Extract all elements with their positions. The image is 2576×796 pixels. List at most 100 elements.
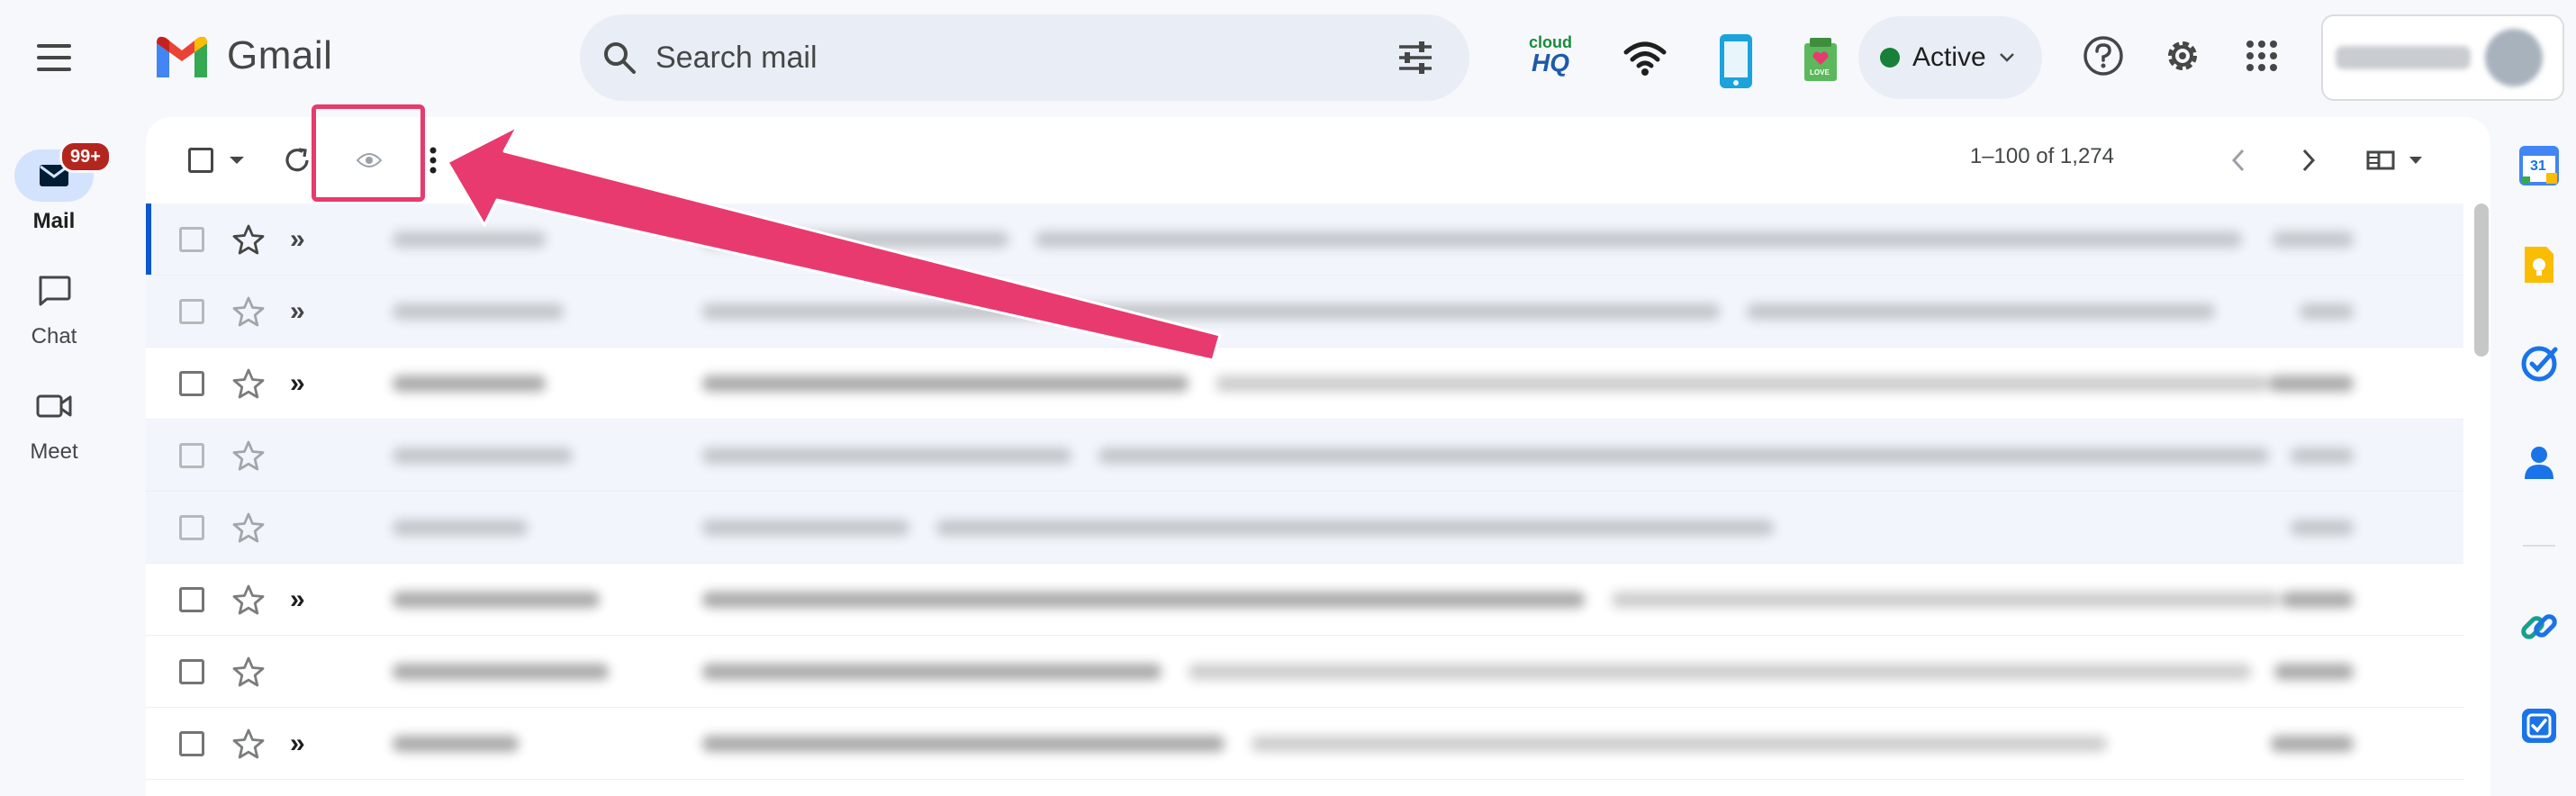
avatar	[2485, 29, 2543, 86]
mail-unread-badge: 99+	[59, 140, 112, 173]
row-snippet-redacted	[1612, 591, 2280, 608]
table-row[interactable]: »	[146, 348, 2463, 420]
more-vert-icon	[429, 147, 437, 174]
select-all-dropdown[interactable]	[176, 139, 258, 182]
row-checkbox[interactable]	[179, 226, 204, 252]
star-icon[interactable]	[230, 654, 267, 690]
mail-panel: 1–100 of 1,274 » » » » »	[146, 117, 2490, 796]
row-date-redacted	[2291, 519, 2354, 536]
phone-extension-button[interactable]	[1718, 32, 1754, 90]
app-name: Gmail	[227, 33, 333, 77]
search-bar[interactable]	[580, 14, 1469, 101]
table-row[interactable]: »	[146, 276, 2463, 348]
rail-item-mail[interactable]: 99+ Mail	[0, 140, 112, 234]
pagination-range: 1–100 of 1,274	[1969, 144, 2114, 168]
star-icon[interactable]	[230, 222, 267, 258]
star-icon[interactable]	[230, 726, 267, 762]
importance-marker-icon[interactable]: »	[290, 368, 305, 399]
search-icon[interactable]	[601, 40, 637, 76]
settings-button[interactable]	[2161, 34, 2204, 77]
star-icon[interactable]	[230, 366, 267, 402]
link-extension-button[interactable]	[2516, 603, 2562, 650]
love-label: LOVE	[1810, 68, 1830, 77]
importance-marker-icon[interactable]: »	[290, 296, 305, 327]
row-snippet-redacted	[1252, 735, 2107, 752]
row-checkbox[interactable]	[179, 298, 204, 324]
row-checkbox[interactable]	[179, 514, 204, 540]
row-subject-redacted	[702, 303, 1720, 320]
row-checkbox[interactable]	[179, 658, 204, 684]
older-page-button[interactable]	[2291, 139, 2327, 182]
importance-marker-icon[interactable]: »	[290, 584, 305, 615]
status-selector[interactable]: Active	[1858, 16, 2042, 99]
row-subject-redacted	[702, 375, 1189, 392]
keep-icon	[2525, 247, 2553, 283]
apps-grid-icon	[2246, 41, 2277, 71]
row-sender-redacted	[393, 519, 528, 536]
table-row[interactable]	[146, 636, 2463, 708]
love-extension-button[interactable]: LOVE	[1803, 38, 1839, 83]
row-checkbox[interactable]	[179, 370, 204, 396]
star-icon[interactable]	[230, 582, 267, 618]
tasks-app-button[interactable]	[2516, 340, 2562, 387]
row-sender-redacted	[393, 591, 600, 608]
table-row[interactable]: »	[146, 564, 2463, 636]
row-checkbox[interactable]	[179, 586, 204, 612]
row-date-redacted	[2271, 735, 2354, 752]
account-button[interactable]	[2321, 14, 2564, 101]
row-snippet-redacted	[1098, 447, 2269, 464]
list-scrollbar[interactable]	[2474, 204, 2489, 357]
checklist-extension-button[interactable]	[2516, 702, 2562, 749]
rail-item-meet[interactable]: Meet	[0, 380, 108, 465]
contacts-app-button[interactable]	[2516, 439, 2562, 486]
split-pane-toggle[interactable]	[2359, 139, 2431, 182]
importance-marker-icon[interactable]: »	[290, 728, 305, 759]
table-row[interactable]	[146, 492, 2463, 564]
row-subject-redacted	[702, 735, 1225, 752]
refresh-icon	[285, 148, 309, 172]
select-all-checkbox[interactable]	[188, 148, 213, 173]
star-icon[interactable]	[230, 294, 267, 330]
cloudhq-bottom-label: HQ	[1532, 49, 1569, 77]
account-name-redacted	[2336, 46, 2471, 69]
help-icon	[2083, 36, 2123, 76]
table-row[interactable]: »	[146, 708, 2463, 780]
table-row[interactable]	[146, 420, 2463, 492]
wifi-extension-button[interactable]	[1622, 38, 1668, 77]
row-date-redacted	[2274, 663, 2354, 680]
help-button[interactable]	[2082, 34, 2125, 77]
gmail-logo[interactable]: Gmail	[153, 27, 332, 85]
row-subject-redacted	[702, 663, 1161, 680]
gmail-m-icon	[157, 36, 207, 77]
calendar-app-button[interactable]: 31	[2516, 142, 2562, 189]
rail-item-chat[interactable]: Chat	[0, 265, 108, 349]
chevron-right-icon	[2302, 149, 2316, 172]
row-snippet-redacted	[1035, 231, 2242, 248]
newer-page-button[interactable]	[2220, 139, 2256, 182]
keep-app-button[interactable]	[2516, 241, 2562, 288]
cloudhq-extension-button[interactable]: cloud HQ	[1525, 34, 1576, 81]
rail-label-meet: Meet	[30, 439, 78, 464]
status-label: Active	[1912, 42, 1986, 72]
importance-marker-icon[interactable]: »	[290, 224, 305, 255]
table-row[interactable]: »	[146, 204, 2463, 276]
row-subject-redacted	[702, 447, 1071, 464]
rail-label-chat: Chat	[31, 324, 77, 348]
star-icon[interactable]	[230, 438, 267, 474]
row-sender-redacted	[393, 735, 519, 752]
row-checkbox[interactable]	[179, 730, 204, 756]
star-icon[interactable]	[230, 510, 267, 546]
main-menu-button[interactable]	[29, 36, 79, 79]
right-rail-divider	[2523, 545, 2555, 547]
contacts-icon	[2525, 447, 2553, 479]
row-snippet-redacted	[1216, 375, 2269, 392]
google-apps-button[interactable]	[2246, 40, 2278, 72]
checklist-icon	[2522, 709, 2556, 743]
link-icon	[2521, 614, 2557, 639]
chevron-down-icon	[1999, 53, 2014, 62]
search-input[interactable]	[655, 40, 1397, 76]
tasks-icon	[2521, 346, 2558, 382]
search-options-icon[interactable]	[1397, 41, 1433, 74]
calendar-day-label: 31	[2530, 158, 2546, 174]
row-checkbox[interactable]	[179, 442, 204, 468]
